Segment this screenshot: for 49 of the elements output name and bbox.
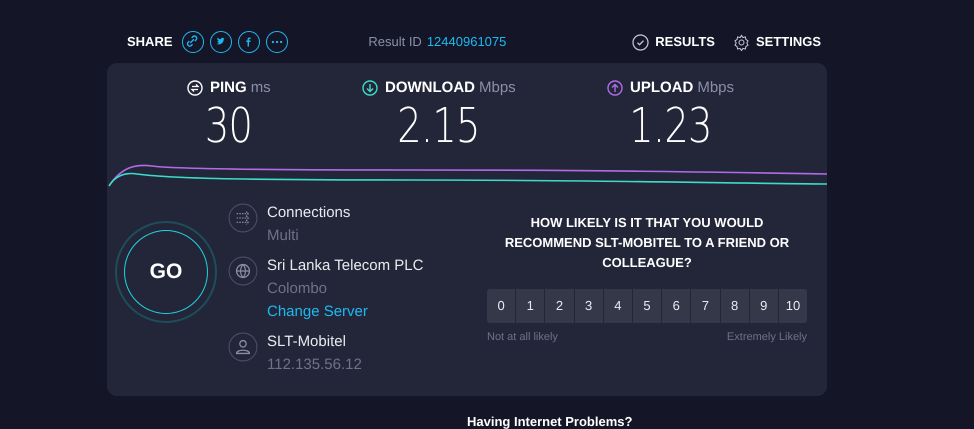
scale-high-label: Extremely Likely — [726, 330, 807, 345]
metric-label: UPLOAD — [630, 78, 694, 98]
bird-icon[interactable] — [210, 31, 232, 53]
settings-button[interactable]: SETTINGS — [732, 32, 821, 52]
scale-low-label: Not at all likely — [487, 330, 558, 345]
info-title: Sri Lanka Telecom PLC — [267, 256, 424, 276]
change-server-link[interactable]: Change Server — [267, 300, 424, 323]
settings-icon — [732, 34, 750, 50]
rating-button[interactable]: 5 — [632, 289, 662, 323]
metric-unit: Mbps — [479, 78, 516, 98]
ping-icon — [187, 80, 203, 96]
letter-f-icon[interactable] — [238, 31, 260, 53]
metric-label: PING — [210, 78, 247, 98]
rating-button[interactable]: 1 — [516, 289, 544, 323]
person-icon — [228, 332, 258, 362]
results-button[interactable]: RESULTS — [632, 32, 715, 52]
check-circle-icon — [632, 34, 650, 50]
rating-button[interactable]: 8 — [720, 289, 749, 323]
info-detail: Colombo — [267, 279, 328, 299]
share-label: SHARE — [127, 33, 173, 52]
rating-button[interactable]: 10 — [778, 289, 808, 323]
info-title: Connections — [267, 203, 350, 223]
metric-unit: ms — [250, 78, 271, 98]
metric-label: DOWNLOAD — [385, 78, 475, 98]
rating-button[interactable]: 6 — [662, 289, 690, 323]
metric-value: 30 — [205, 100, 252, 152]
globe-icon — [228, 256, 258, 286]
link-icon[interactable] — [182, 31, 204, 53]
arrows-icon — [228, 203, 258, 233]
info-detail: Multi — [267, 226, 300, 246]
rating-button[interactable]: 0 — [487, 289, 516, 323]
rating-button[interactable]: 9 — [750, 289, 778, 323]
rating-button[interactable]: 2 — [545, 289, 574, 323]
rating-button[interactable]: 3 — [574, 289, 603, 323]
rating-button[interactable]: 7 — [691, 289, 720, 323]
more-icon[interactable] — [266, 31, 288, 53]
metric-unit: Mbps — [697, 78, 734, 98]
upload-icon — [607, 80, 623, 96]
result-id-label: Result ID — [368, 33, 422, 52]
info-title: SLT-Mobitel — [267, 332, 347, 352]
go-button[interactable]: GO — [115, 221, 217, 323]
metric-value: 2.15 — [398, 100, 480, 152]
info-detail: 112.135.56.12 — [267, 355, 362, 375]
survey-question: HOW LIKELY IS IT THAT YOU WOULD RECOMMEND SLT-MOBITEL TO A FRIEND OR COLLEAGUE? — [504, 214, 790, 272]
rating-button[interactable]: 4 — [604, 289, 632, 323]
result-id-link[interactable]: 12440961075 — [426, 32, 506, 52]
download-icon — [362, 80, 378, 96]
metric-value: 1.23 — [629, 100, 712, 152]
section-heading: Having Internet Problems? — [467, 415, 632, 429]
